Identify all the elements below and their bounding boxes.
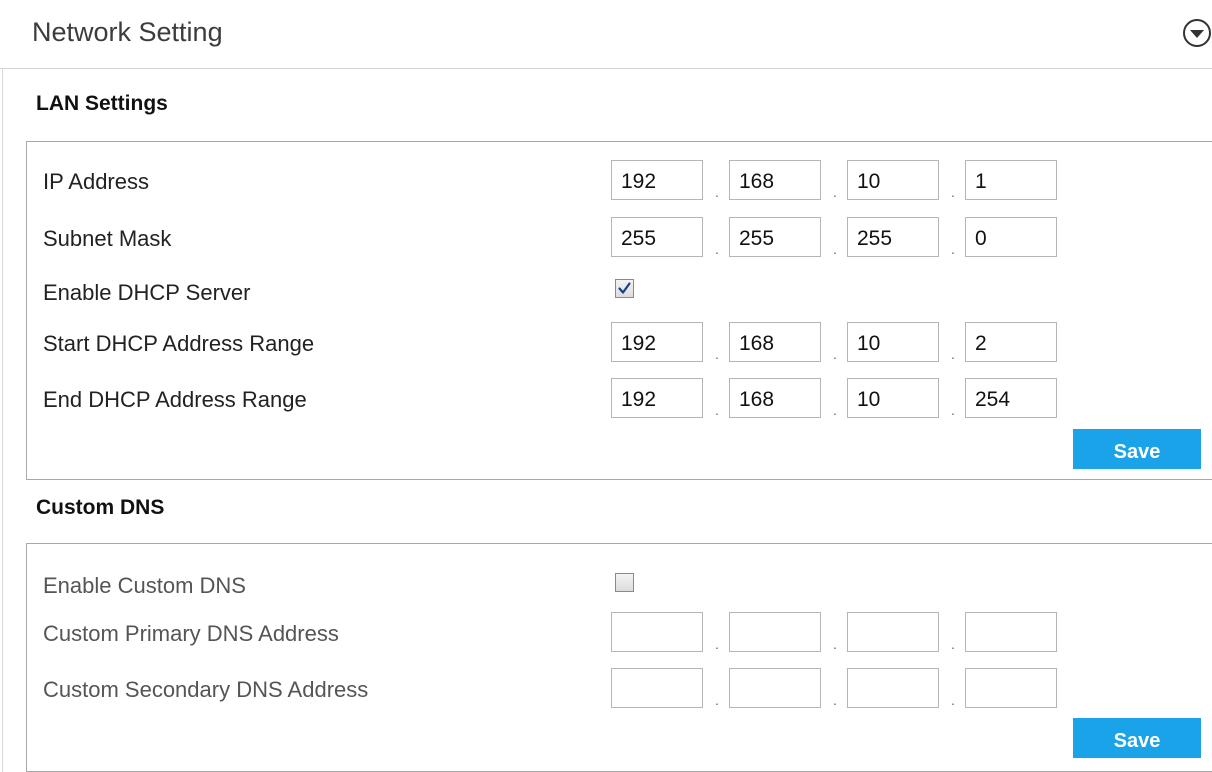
secondary-dns-octet-3-input[interactable] (847, 668, 939, 708)
dhcp-end-octet-1-input[interactable]: 192 (611, 378, 703, 418)
secondary-dns-octet-2-input[interactable] (729, 668, 821, 708)
octet-separator: . (833, 402, 837, 418)
secondary-dns-row: Custom Secondary DNS Address . . . (27, 668, 1212, 712)
ip-address-octet-4-input[interactable]: 1 (965, 160, 1057, 200)
primary-dns-octet-1-input[interactable] (611, 612, 703, 652)
subnet-mask-octet-4-input[interactable]: 0 (965, 217, 1057, 257)
page-header: Network Setting (0, 0, 1212, 69)
dhcp-end-octet-4-input[interactable]: 254 (965, 378, 1057, 418)
octet-separator: . (951, 402, 955, 418)
octet-separator: . (951, 636, 955, 652)
ip-address-octet-2-input[interactable]: 168 (729, 160, 821, 200)
dhcp-end-octet-3-input[interactable]: 10 (847, 378, 939, 418)
dhcp-start-octet-2-input[interactable]: 168 (729, 322, 821, 362)
start-dhcp-range-label: Start DHCP Address Range (43, 331, 315, 356)
page-left-divider (2, 68, 3, 772)
dhcp-end-row: End DHCP Address Range 192 . 168 . 10 . … (27, 378, 1212, 422)
enable-dhcp-server-checkbox[interactable] (615, 279, 634, 298)
enable-custom-dns-label: Enable Custom DNS (43, 573, 246, 598)
octet-separator: . (715, 636, 719, 652)
enable-custom-dns-checkbox[interactable] (615, 573, 634, 592)
subnet-mask-octet-2-input[interactable]: 255 (729, 217, 821, 257)
octet-separator: . (951, 241, 955, 257)
custom-dns-panel: Enable Custom DNS Custom Primary DNS Add… (26, 543, 1212, 772)
octet-separator: . (715, 402, 719, 418)
primary-dns-octet-2-input[interactable] (729, 612, 821, 652)
subnet-mask-row: Subnet Mask 255 . 255 . 255 . 0 (27, 217, 1212, 261)
octet-separator: . (833, 636, 837, 652)
subnet-mask-octet-3-input[interactable]: 255 (847, 217, 939, 257)
dhcp-end-octet-2-input[interactable]: 168 (729, 378, 821, 418)
octet-separator: . (951, 692, 955, 708)
subnet-mask-label: Subnet Mask (43, 226, 172, 251)
ip-address-octet-1-input[interactable]: 192 (611, 160, 703, 200)
lan-settings-panel: IP Address 192 . 168 . 10 . 1 Subnet Mas… (26, 141, 1212, 480)
ip-address-row: IP Address 192 . 168 . 10 . 1 (27, 160, 1212, 204)
enable-custom-dns-row: Enable Custom DNS (27, 564, 1212, 608)
primary-dns-label: Custom Primary DNS Address (43, 621, 339, 646)
octet-separator: . (833, 241, 837, 257)
dhcp-start-octet-4-input[interactable]: 2 (965, 322, 1057, 362)
dhcp-server-row: Enable DHCP Server (27, 271, 1212, 315)
subnet-mask-octet-1-input[interactable]: 255 (611, 217, 703, 257)
octet-separator: . (833, 346, 837, 362)
secondary-dns-label: Custom Secondary DNS Address (43, 677, 369, 702)
secondary-dns-octet-4-input[interactable] (965, 668, 1057, 708)
octet-separator: . (951, 184, 955, 200)
dhcp-start-octet-1-input[interactable]: 192 (611, 322, 703, 362)
checkmark-icon (618, 282, 631, 294)
section-title-lan-settings: LAN Settings (36, 92, 168, 115)
page-title: Network Setting (32, 17, 223, 47)
dns-save-button[interactable]: Save (1073, 718, 1201, 758)
ip-address-octet-3-input[interactable]: 10 (847, 160, 939, 200)
octet-separator: . (715, 346, 719, 362)
octet-separator: . (715, 184, 719, 200)
octet-separator: . (833, 184, 837, 200)
ip-address-label: IP Address (43, 169, 149, 194)
octet-separator: . (951, 346, 955, 362)
chevron-down-circle-icon[interactable] (1182, 18, 1212, 48)
secondary-dns-octet-1-input[interactable] (611, 668, 703, 708)
octet-separator: . (715, 692, 719, 708)
dhcp-start-row: Start DHCP Address Range 192 . 168 . 10 … (27, 322, 1212, 366)
octet-separator: . (715, 241, 719, 257)
primary-dns-octet-3-input[interactable] (847, 612, 939, 652)
primary-dns-row: Custom Primary DNS Address . . . (27, 612, 1212, 656)
dhcp-start-octet-3-input[interactable]: 10 (847, 322, 939, 362)
lan-save-button[interactable]: Save (1073, 429, 1201, 469)
octet-separator: . (833, 692, 837, 708)
section-title-custom-dns: Custom DNS (36, 496, 165, 519)
primary-dns-octet-4-input[interactable] (965, 612, 1057, 652)
end-dhcp-range-label: End DHCP Address Range (43, 387, 307, 412)
enable-dhcp-server-label: Enable DHCP Server (43, 280, 251, 305)
